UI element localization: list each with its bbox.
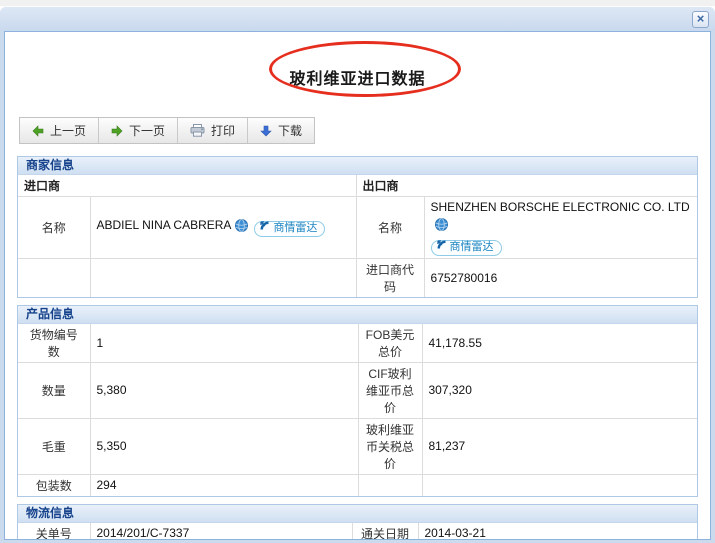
table-row: 毛重 5,350 玻利维亚币关税总价 81,237: [17, 417, 698, 475]
field-value: 1: [89, 323, 359, 363]
page-background-strip: [0, 0, 715, 7]
exporter-group-header: 出口商: [355, 174, 698, 197]
import-data-dialog: × 玻利维亚进口数据 上一页 下一页 打印 下载 商家信息 进口商 出口商 名称…: [0, 7, 715, 543]
business-radar-badge[interactable]: 商情雷达: [254, 220, 326, 237]
field-label: FOB美元总价: [357, 323, 423, 363]
table-row: 进口商代码 6752780016: [17, 257, 698, 297]
page-title: 玻利维亚进口数据: [289, 71, 426, 88]
merchant-table: 进口商 出口商 名称 ABDIEL NINA CABRERA 商情雷达 名称 SH…: [17, 174, 698, 297]
dialog-titlebar: ×: [0, 7, 715, 31]
field-label: 玻利维亚币关税总价: [357, 417, 423, 475]
exporter-name-label: 名称: [355, 196, 425, 259]
importer-name-value: ABDIEL NINA CABRERA: [96, 218, 232, 233]
logistics-section-header: 物流信息: [18, 504, 697, 523]
importer-name-label: 名称: [17, 196, 91, 259]
radar-badge-label: 商情雷达: [273, 222, 318, 235]
field-label: 关单号: [17, 522, 91, 539]
field-label: 通关日期: [351, 522, 419, 539]
field-label: 毛重: [17, 417, 91, 475]
empty-cell: [89, 257, 357, 297]
merchant-section-header: 商家信息: [18, 157, 697, 175]
field-value: 5,350: [89, 417, 359, 475]
importer-name-cell: ABDIEL NINA CABRERA 商情雷达: [89, 196, 357, 259]
field-value: 2014-03-21: [417, 522, 698, 539]
table-row: 货物编号数 1 FOB美元总价 41,178.55: [17, 323, 698, 363]
importer-code-value: 6752780016: [423, 257, 698, 297]
field-value: 5,380: [89, 361, 359, 419]
print-label: 打印: [211, 124, 236, 138]
dialog-body: 玻利维亚进口数据 上一页 下一页 打印 下载 商家信息 进口商 出口商 名称 A…: [4, 31, 711, 540]
field-label: 包装数: [17, 473, 91, 496]
importer-group-header: 进口商: [17, 174, 357, 197]
next-page-button[interactable]: 下一页: [99, 118, 179, 143]
globe-icon[interactable]: [434, 218, 448, 236]
next-page-label: 下一页: [129, 124, 166, 138]
print-button[interactable]: 打印: [178, 118, 249, 143]
globe-icon[interactable]: [235, 219, 249, 237]
download-button[interactable]: 下载: [248, 118, 314, 143]
radar-badge-label: 商情雷达: [449, 241, 494, 253]
radar-icon: [436, 239, 447, 256]
empty-cell: [17, 257, 91, 297]
table-row: 进口商 出口商: [17, 174, 698, 197]
logistics-table: 关单号 2014/201/C-7337 通关日期 2014-03-21 海关编码…: [17, 522, 698, 539]
product-table: 货物编号数 1 FOB美元总价 41,178.55 数量 5,380 CIF玻利…: [17, 323, 698, 496]
section-merchant-info: 商家信息 进口商 出口商 名称 ABDIEL NINA CABRERA 商情雷达 …: [17, 156, 698, 298]
importer-code-label: 进口商代码: [355, 257, 425, 297]
prev-page-button[interactable]: 上一页: [20, 118, 100, 143]
field-label: 数量: [17, 361, 91, 419]
close-icon[interactable]: ×: [692, 11, 709, 28]
arrow-right-icon: [111, 124, 123, 137]
field-value: 294: [89, 473, 359, 496]
prev-page-label: 上一页: [50, 124, 87, 138]
field-value: [421, 473, 698, 496]
download-label: 下载: [278, 124, 303, 138]
section-logistics-info: 物流信息 关单号 2014/201/C-7337 通关日期 2014-03-21…: [17, 503, 698, 539]
arrow-left-icon: [32, 124, 44, 137]
title-area: 玻利维亚进口数据: [5, 32, 710, 114]
business-radar-badge[interactable]: 商情雷达: [430, 239, 502, 256]
arrow-down-icon: [260, 125, 272, 137]
product-section-header: 产品信息: [18, 305, 697, 324]
field-label: [357, 473, 423, 496]
radar-icon: [259, 220, 270, 237]
exporter-name-value: SHENZHEN BORSCHE ELECTRONIC CO. LTD: [430, 200, 690, 214]
exporter-name-cell: SHENZHEN BORSCHE ELECTRONIC CO. LTD 商情雷达: [423, 196, 698, 259]
section-product-info: 产品信息 货物编号数 1 FOB美元总价 41,178.55 数量 5,380 …: [17, 304, 698, 497]
field-value: 2014/201/C-7337: [89, 522, 353, 539]
field-value: 41,178.55: [421, 323, 698, 363]
table-row: 名称 ABDIEL NINA CABRERA 商情雷达 名称 SHENZHEN B…: [17, 196, 698, 259]
table-row: 包装数 294: [17, 473, 698, 496]
field-label: CIF玻利维亚币总价: [357, 361, 423, 419]
pager-toolbar: 上一页 下一页 打印 下载: [19, 117, 316, 144]
field-value: 81,237: [421, 417, 698, 475]
field-value: 307,320: [421, 361, 698, 419]
table-row: 数量 5,380 CIF玻利维亚币总价 307,320: [17, 361, 698, 419]
printer-icon: [190, 124, 205, 137]
table-row: 关单号 2014/201/C-7337 通关日期 2014-03-21: [17, 522, 698, 539]
field-label: 货物编号数: [17, 323, 91, 363]
